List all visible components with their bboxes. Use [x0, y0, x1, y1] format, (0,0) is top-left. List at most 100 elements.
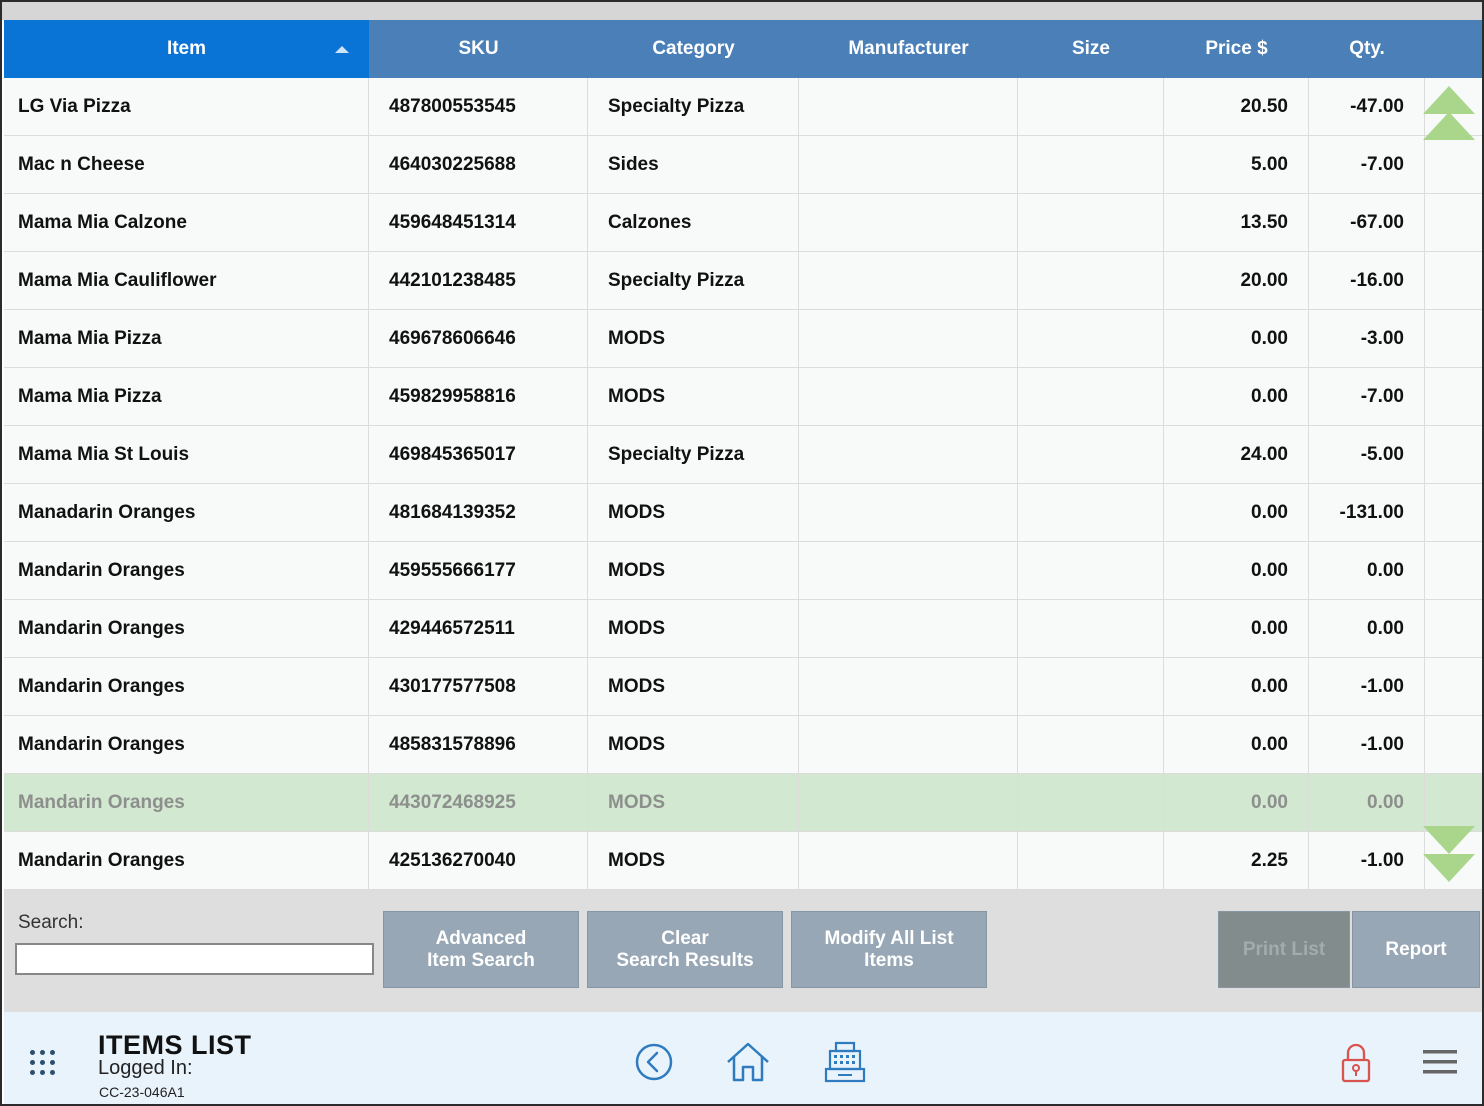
scroll-up-button[interactable] — [1422, 86, 1476, 156]
cell-manufacturer — [799, 774, 1018, 831]
table-row[interactable]: Manadarin Oranges 481684139352 MODS 0.00 -13… — [4, 484, 1482, 542]
table-row[interactable]: Mama Mia Pizza 469678606646 MODS 0.00 -3.00 — [4, 310, 1482, 368]
cell-size — [1018, 832, 1164, 889]
scroll-down-button[interactable] — [1422, 814, 1476, 884]
cell-size — [1018, 310, 1164, 367]
clear-search-results-label-1: Clear — [661, 927, 709, 949]
table-row[interactable]: Mandarin Oranges 430177577508 MODS 0.00 -1.0… — [4, 658, 1482, 716]
column-header-category[interactable]: Category — [588, 20, 799, 78]
table-row[interactable]: Mandarin Oranges 429446572511 MODS 0.00 0.00 — [4, 600, 1482, 658]
cell-qty: -67.00 — [1309, 194, 1425, 251]
table-row[interactable]: LG Via Pizza 487800553545 Specialty Pizza 2… — [4, 78, 1482, 136]
cell-item: Mama Mia Cauliflower — [4, 252, 369, 309]
cell-scroll-gutter — [1425, 716, 1482, 773]
cell-price: 0.00 — [1164, 542, 1309, 599]
modify-all-list-items-label-1: Modify All List — [824, 927, 954, 949]
column-header-qty[interactable]: Qty. — [1309, 20, 1425, 78]
column-header-price[interactable]: Price $ — [1164, 20, 1309, 78]
column-header-item[interactable]: Item — [4, 20, 369, 78]
home-icon[interactable] — [725, 1040, 771, 1084]
cell-category: Sides — [588, 136, 799, 193]
cell-price: 0.00 — [1164, 658, 1309, 715]
footer-bar: ITEMS LIST Logged In: CC-23-046A1 — [4, 1012, 1482, 1104]
cell-item: Mandarin Oranges — [4, 832, 369, 889]
cell-price: 0.00 — [1164, 600, 1309, 657]
clear-search-results-button[interactable]: Clear Search Results — [587, 911, 783, 988]
search-label: Search: — [18, 912, 84, 933]
cell-category: MODS — [588, 600, 799, 657]
column-header-manufacturer[interactable]: Manufacturer — [799, 20, 1018, 78]
cell-size — [1018, 658, 1164, 715]
cell-size — [1018, 484, 1164, 541]
table-row[interactable]: Mandarin Oranges 485831578896 MODS 0.00 -1.0… — [4, 716, 1482, 774]
cell-manufacturer — [799, 194, 1018, 251]
table-row[interactable]: Mama Mia St Louis 469845365017 Specialty P… — [4, 426, 1482, 484]
table-row[interactable]: Mandarin Oranges 425136270040 MODS 2.25 -1.0… — [4, 832, 1482, 890]
table-row[interactable]: Mama Mia Pizza 459829958816 MODS 0.00 -7.00 — [4, 368, 1482, 426]
cell-item: Manadarin Oranges — [4, 484, 369, 541]
advanced-item-search-button[interactable]: Advanced Item Search — [383, 911, 579, 988]
cell-scroll-gutter — [1425, 310, 1482, 367]
cell-category: MODS — [588, 658, 799, 715]
cell-sku: 459555666177 — [369, 542, 588, 599]
cell-scroll-gutter — [1425, 542, 1482, 599]
cell-qty: 0.00 — [1309, 774, 1425, 831]
cell-item: Mandarin Oranges — [4, 542, 369, 599]
cell-price: 5.00 — [1164, 136, 1309, 193]
cell-price: 0.00 — [1164, 310, 1309, 367]
cell-category: Specialty Pizza — [588, 252, 799, 309]
cell-sku: 464030225688 — [369, 136, 588, 193]
cell-scroll-gutter — [1425, 600, 1482, 657]
cell-size — [1018, 136, 1164, 193]
modify-all-list-items-button[interactable]: Modify All List Items — [791, 911, 987, 988]
cell-size — [1018, 774, 1164, 831]
table-row[interactable]: Mac n Cheese 464030225688 Sides 5.00 -7.00 — [4, 136, 1482, 194]
back-icon[interactable] — [634, 1042, 674, 1082]
cell-size — [1018, 194, 1164, 251]
column-header-size-label: Size — [1071, 38, 1111, 59]
cell-price: 0.00 — [1164, 368, 1309, 425]
cell-sku: 425136270040 — [369, 832, 588, 889]
column-header-qty-label: Qty. — [1349, 38, 1385, 59]
cell-category: MODS — [588, 310, 799, 367]
cell-price: 2.25 — [1164, 832, 1309, 889]
register-icon[interactable] — [822, 1040, 868, 1084]
chevron-down-icon — [1423, 826, 1475, 854]
column-header-category-label: Category — [652, 38, 735, 59]
column-header-size[interactable]: Size — [1018, 20, 1164, 78]
items-list-screen: Item SKU Category Manufacturer Size Pric… — [0, 0, 1484, 1106]
clear-search-results-label-2: Search Results — [616, 949, 754, 971]
cell-price: 24.00 — [1164, 426, 1309, 483]
print-list-button[interactable]: Print List — [1218, 911, 1350, 988]
cell-price: 13.50 — [1164, 194, 1309, 251]
column-header-manufacturer-label: Manufacturer — [848, 38, 969, 59]
apps-grid-icon[interactable] — [28, 1048, 58, 1078]
table-body: LG Via Pizza 487800553545 Specialty Pizza 2… — [4, 78, 1482, 890]
action-toolbar: Search: Advanced Item Search Clear Search … — [4, 890, 1482, 1012]
cell-category: MODS — [588, 368, 799, 425]
cell-item: Mama Mia Calzone — [4, 194, 369, 251]
column-header-sku[interactable]: SKU — [369, 20, 588, 78]
cell-scroll-gutter — [1425, 368, 1482, 425]
cell-qty: -7.00 — [1309, 136, 1425, 193]
cell-size — [1018, 252, 1164, 309]
menu-icon[interactable] — [1422, 1048, 1458, 1076]
cell-item: Mama Mia St Louis — [4, 426, 369, 483]
lock-icon[interactable] — [1340, 1042, 1372, 1084]
cell-item: LG Via Pizza — [4, 78, 369, 135]
table-row[interactable]: Mama Mia Calzone 459648451314 Calzones 13.5… — [4, 194, 1482, 252]
station-id: CC-23-046A1 — [99, 1084, 185, 1100]
table-row[interactable]: Mandarin Oranges 443072468925 MODS 0.00 0.00 — [4, 774, 1482, 832]
search-input[interactable] — [15, 943, 374, 975]
cell-item: Mac n Cheese — [4, 136, 369, 193]
cell-qty: -1.00 — [1309, 832, 1425, 889]
cell-size — [1018, 542, 1164, 599]
cell-qty: -5.00 — [1309, 426, 1425, 483]
cell-item: Mandarin Oranges — [4, 774, 369, 831]
table-row[interactable]: Mandarin Oranges 459555666177 MODS 0.00 0.00 — [4, 542, 1482, 600]
cell-sku: 485831578896 — [369, 716, 588, 773]
report-button[interactable]: Report — [1352, 911, 1480, 988]
table-row[interactable]: Mama Mia Cauliflower 442101238485 Specialt… — [4, 252, 1482, 310]
report-label: Report — [1385, 938, 1447, 960]
column-header-item-label: Item — [166, 38, 207, 59]
